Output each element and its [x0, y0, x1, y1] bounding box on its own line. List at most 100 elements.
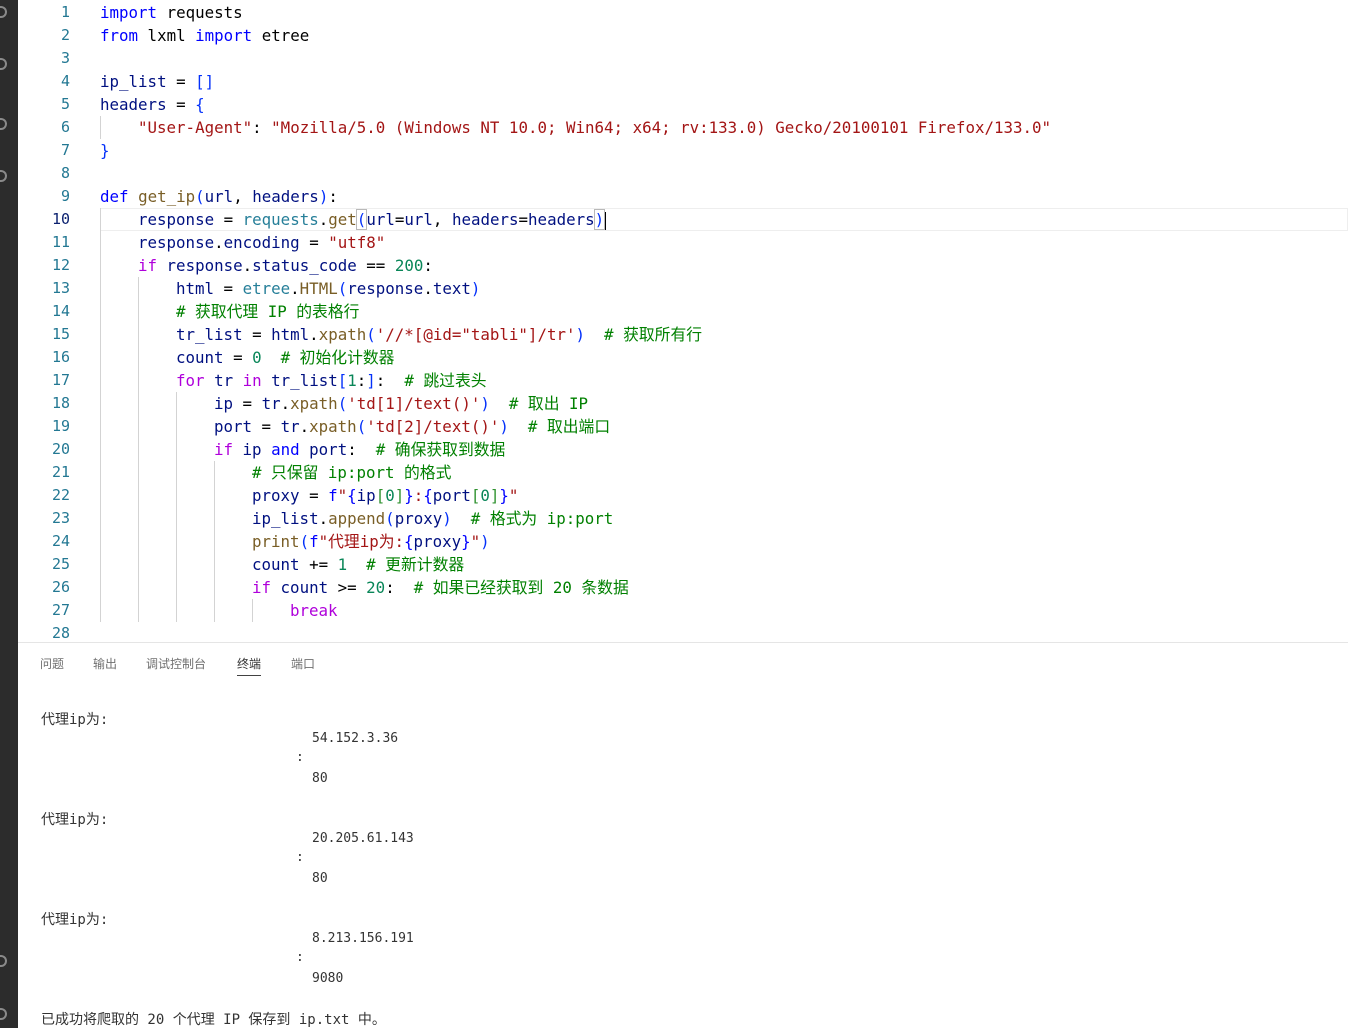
- code-line[interactable]: 1 import requests: [18, 1, 1348, 24]
- tab-ports[interactable]: 端口: [291, 655, 315, 672]
- line-number: 23: [51, 509, 70, 527]
- code-token: .: [299, 417, 310, 436]
- code-token: proxy: [413, 532, 462, 551]
- code-text: print(f"代理ip为:{proxy}"): [252, 530, 490, 553]
- code-token: url: [404, 210, 433, 229]
- code-token: proxy: [394, 509, 443, 528]
- code-token: >=: [328, 578, 367, 597]
- line-number: 7: [60, 141, 70, 159]
- code-line[interactable]: 17 for tr in tr_list[1:]: # 跳过表头: [18, 369, 1348, 392]
- code-line[interactable]: 27 break: [18, 599, 1348, 622]
- activity-bar-icon[interactable]: [0, 1008, 7, 1020]
- line-number: 19: [51, 417, 70, 435]
- code-token: ,: [432, 210, 452, 229]
- code-token: .: [280, 394, 291, 413]
- code-line[interactable]: 7}: [18, 139, 1348, 162]
- activity-bar-icon[interactable]: [0, 170, 7, 182]
- code-token: count: [252, 555, 300, 574]
- code-line[interactable]: 14 # 获取代理 IP 的表格行: [18, 300, 1348, 323]
- code-line[interactable]: 25 count += 1 # 更新计数器: [18, 553, 1348, 576]
- activity-bar-icon[interactable]: [0, 6, 7, 18]
- indent-guide: [100, 254, 101, 277]
- code-line[interactable]: 20 if ip and port: # 确保获取到数据: [18, 438, 1348, 461]
- activity-bar-icon[interactable]: [0, 955, 7, 967]
- code-line[interactable]: 26 if count >= 20: # 如果已经获取到 20 条数据: [18, 576, 1348, 599]
- code-token: "User-Agent": [138, 118, 253, 137]
- indent-guide: [100, 415, 101, 438]
- indent-guide: [138, 530, 139, 553]
- terminal-line: 代理ip为:: [41, 912, 109, 928]
- code-line[interactable]: 5 headers = {: [18, 93, 1348, 116]
- code-token: ": [470, 532, 481, 551]
- code-line[interactable]: 3: [18, 47, 1348, 70]
- code-token: 1: [347, 371, 357, 390]
- code-token: def: [100, 187, 129, 206]
- code-token: # 格式为 ip:port: [470, 509, 614, 528]
- code-token: 0: [480, 486, 490, 505]
- tab-debug-console[interactable]: 调试控制台: [146, 655, 206, 672]
- code-token: lxml: [138, 26, 196, 45]
- code-token: etree: [242, 279, 291, 298]
- code-text: ip = tr.xpath('td[1]/text()') # 取出 IP: [214, 392, 588, 415]
- code-line[interactable]: 18 ip = tr.xpath('td[1]/text()') # 取出 IP: [18, 392, 1348, 415]
- code-line[interactable]: 24 print(f"代理ip为:{proxy}"): [18, 530, 1348, 553]
- code-token: [: [470, 486, 481, 505]
- code-token: ]: [489, 486, 500, 505]
- code-token: =: [166, 95, 196, 114]
- code-line[interactable]: 9 def get_ip(url, headers):: [18, 185, 1348, 208]
- code-token: and: [271, 440, 300, 459]
- code-token: :: [413, 486, 424, 505]
- line-number: 14: [51, 302, 70, 320]
- code-line[interactable]: 8: [18, 162, 1348, 185]
- activity-bar-icon[interactable]: [0, 118, 7, 130]
- code-line[interactable]: 28: [18, 622, 1348, 642]
- code-line[interactable]: 16 count = 0 # 初始化计数器: [18, 346, 1348, 369]
- code-token: html: [271, 325, 310, 344]
- tab-output[interactable]: 输出: [93, 655, 117, 672]
- indent-guide: [214, 553, 215, 576]
- code-token: # 更新计数器: [366, 555, 465, 574]
- code-line[interactable]: 13 html = etree.HTML(response.text): [18, 277, 1348, 300]
- code-editor[interactable]: 1 import requests 2 from lxml import etree 3…: [18, 0, 1348, 642]
- tab-problems[interactable]: 问题: [40, 655, 64, 672]
- line-number: 5: [60, 95, 70, 113]
- code-token: }: [100, 141, 110, 160]
- code-line[interactable]: 15 tr_list = html.xpath('//*[@id="tabli"]…: [18, 323, 1348, 346]
- code-line[interactable]: 10 response = requests.get(url=url, heade…: [18, 208, 1348, 231]
- line-number: 9: [60, 187, 70, 205]
- code-token: 'td[1]/text()': [347, 394, 481, 413]
- line-number: 27: [51, 601, 70, 619]
- code-line[interactable]: 11 response.encoding = "utf8": [18, 231, 1348, 254]
- code-line[interactable]: 4 ip_list = []: [18, 70, 1348, 93]
- code-token: {: [423, 486, 433, 505]
- code-token: headers: [252, 187, 319, 206]
- code-line[interactable]: 12 if response.status_code == 200:: [18, 254, 1348, 277]
- code-text: if response.status_code == 200:: [138, 254, 433, 277]
- code-token: (: [385, 509, 395, 528]
- indent-guide: [100, 438, 101, 461]
- line-number: 21: [51, 463, 70, 481]
- code-token: "代理ip为:: [318, 532, 405, 551]
- code-line[interactable]: 19 port = tr.xpath('td[2]/text()') # 取出端口: [18, 415, 1348, 438]
- tab-terminal[interactable]: 终端: [237, 655, 262, 676]
- terminal-colon: :: [296, 950, 304, 965]
- terminal-ip-value: 54.152.3.36: [312, 731, 399, 746]
- code-line[interactable]: 22 proxy = f"{ip[0]}:{port[0]}": [18, 484, 1348, 507]
- code-line[interactable]: 21 # 只保留 ip:port 的格式: [18, 461, 1348, 484]
- code-token: =: [299, 233, 329, 252]
- code-token: ==: [356, 256, 395, 275]
- bottom-panel: 问题 输出 调试控制台 终端 端口 代理ip为: 54.152.3.36 : 8…: [18, 643, 1348, 1028]
- indent-guide: [176, 415, 177, 438]
- code-line[interactable]: 6 "User-Agent": "Mozilla/5.0 (Windows NT …: [18, 116, 1348, 139]
- code-text: count += 1 # 更新计数器: [252, 553, 464, 576]
- code-line[interactable]: 2 from lxml import etree: [18, 24, 1348, 47]
- indent-guide: [138, 346, 139, 369]
- terminal-ip-value: 20.205.61.143: [312, 831, 414, 846]
- code-token: .: [423, 279, 433, 298]
- code-token: }: [499, 486, 509, 505]
- activity-bar-icon[interactable]: [0, 58, 7, 70]
- code-line[interactable]: 23 ip_list.append(proxy) # 格式为 ip:port: [18, 507, 1348, 530]
